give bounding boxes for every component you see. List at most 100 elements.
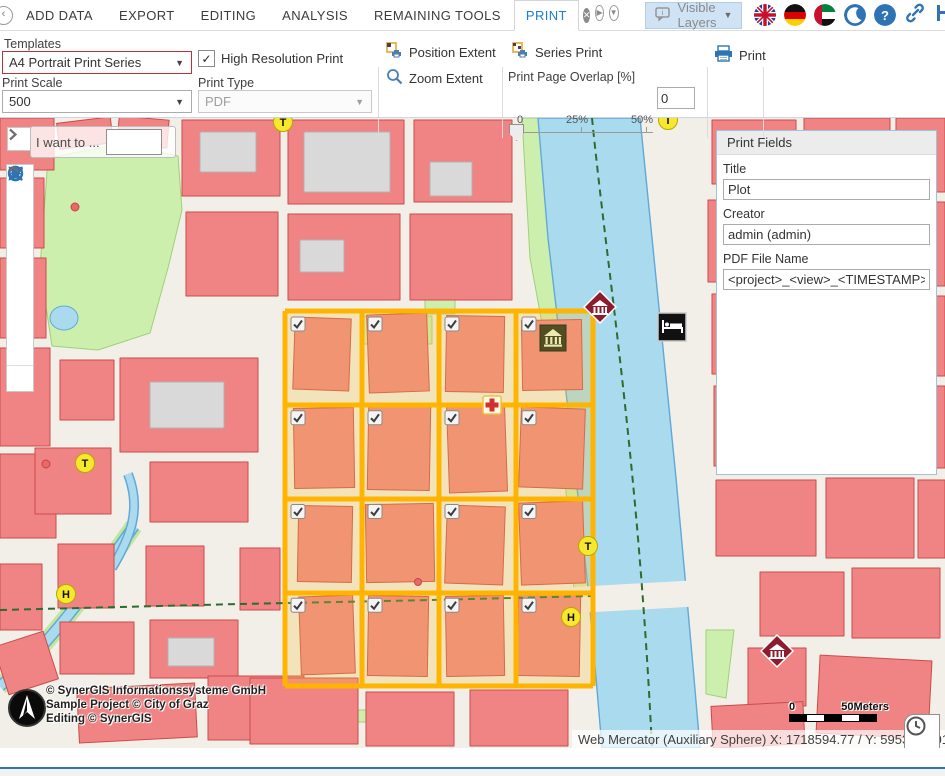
series-print-icon	[512, 42, 529, 62]
page-background	[0, 769, 945, 776]
chevron-down-icon: ▼	[724, 10, 733, 20]
center-map-icon[interactable]	[7, 315, 33, 340]
tab-remaining-tools[interactable]: REMAINING TOOLS	[361, 8, 514, 23]
slider-track[interactable]	[511, 132, 653, 133]
high-resolution-checkbox[interactable]: ✓ High Resolution Print	[198, 50, 343, 67]
templates-label: Templates	[4, 37, 61, 51]
series-grid-checkbox[interactable]	[522, 317, 536, 331]
overlap-label: Print Page Overlap [%]	[508, 70, 635, 84]
tab-editing[interactable]: EDITING	[188, 8, 270, 23]
svg-text:H: H	[62, 589, 70, 601]
zoom-extent-button[interactable]: Zoom Extent	[386, 68, 483, 88]
transit-stop-marker[interactable]: H	[562, 608, 581, 627]
position-extent-button[interactable]: Position Extent	[386, 42, 496, 62]
zoom-extent-icon	[386, 68, 403, 88]
tab-export[interactable]: EXPORT	[106, 8, 188, 23]
title-field-input[interactable]	[723, 179, 930, 200]
creator-field-label: Creator	[723, 207, 930, 221]
ribbon-tab-bar: ‹ ADD DATA EXPORT EDITING ANALYSIS REMAI…	[0, 0, 945, 31]
series-grid-checkbox[interactable]	[445, 505, 459, 519]
templates-select[interactable]: A4 Portrait Print Series▼	[2, 51, 192, 74]
share-link-icon[interactable]	[904, 2, 926, 29]
print-fields-panel: Print Fields Title Creator PDF File Name	[716, 130, 937, 475]
panel-title[interactable]: Print Fields	[717, 131, 936, 155]
series-grid-checkbox[interactable]	[522, 411, 536, 425]
series-grid-checkbox[interactable]	[368, 505, 382, 519]
series-grid-checkbox[interactable]	[445, 317, 459, 331]
pdf-filename-input[interactable]	[723, 269, 930, 290]
checkbox-check-icon: ✓	[198, 50, 215, 67]
series-print-button[interactable]: Series Print	[512, 42, 602, 62]
i-want-to-widget[interactable]: I want to ...	[30, 126, 176, 158]
tab-menu-dropdown-icon[interactable]: ▼	[609, 5, 619, 21]
zoom-in-icon[interactable]	[7, 215, 33, 240]
globe-icon[interactable]	[7, 190, 33, 215]
series-grid-checkbox[interactable]	[368, 317, 382, 331]
transit-stop-marker[interactable]: H	[57, 585, 76, 604]
i-want-to-input[interactable]	[106, 129, 162, 155]
series-print-grid[interactable]	[285, 311, 593, 686]
coordinate-status: Web Mercator (Auxiliary Sphere) X: 17185…	[572, 730, 945, 748]
series-grid-checkbox[interactable]	[445, 598, 459, 612]
collapse-toolbar-icon[interactable]	[7, 365, 33, 391]
tab-add-data[interactable]: ADD DATA	[13, 8, 106, 23]
series-grid-checkbox[interactable]	[291, 598, 305, 612]
series-grid-checkbox[interactable]	[291, 411, 305, 425]
svg-text:H: H	[567, 612, 575, 624]
i-want-to-label: I want to ...	[36, 135, 100, 150]
transit-stop-marker[interactable]: T	[76, 454, 95, 473]
tab-analysis[interactable]: ANALYSIS	[269, 8, 361, 23]
time-slider-button[interactable]	[904, 714, 940, 748]
slider-thumb[interactable]	[509, 124, 524, 141]
zoom-out-icon[interactable]	[7, 240, 33, 265]
scale-bar: 050Meters	[789, 701, 889, 722]
museum-olive-marker[interactable]	[540, 325, 566, 351]
series-grid-checkbox[interactable]	[368, 598, 382, 612]
print-scale-label: Print Scale	[2, 76, 62, 90]
north-arrow-icon	[9, 690, 45, 726]
series-grid-checkbox[interactable]	[291, 505, 305, 519]
svg-text:i: i	[661, 10, 663, 17]
svg-text:T: T	[280, 118, 287, 129]
tab-print[interactable]: PRINT	[514, 0, 579, 31]
language-arabic-icon[interactable]	[814, 4, 836, 26]
language-english-icon[interactable]	[754, 4, 776, 26]
print-icon	[714, 45, 733, 66]
svg-text:T: T	[665, 118, 672, 127]
slider-tick-25: 25%	[566, 114, 588, 126]
center-cross-marker	[483, 396, 501, 414]
creator-field-input[interactable]	[723, 224, 930, 245]
series-grid-checkbox[interactable]	[522, 505, 536, 519]
close-tab-icon[interactable]: ✕	[583, 8, 591, 23]
visible-layers-label: Visible Layers	[678, 0, 717, 30]
layer-info-icon: i	[655, 6, 671, 25]
series-grid-checkbox[interactable]	[291, 317, 305, 331]
svg-text:T: T	[585, 541, 592, 553]
tab-scroll-right-icon[interactable]: ▶	[595, 5, 603, 21]
full-extent-icon[interactable]	[7, 340, 33, 365]
svg-text:?: ?	[881, 8, 889, 23]
print-type-label: Print Type	[198, 76, 254, 90]
next-extent-icon[interactable]	[7, 290, 33, 315]
transit-stop-marker[interactable]: T	[579, 537, 598, 556]
overlap-slider[interactable]: 0 25% 50%	[509, 114, 655, 142]
print-type-select: PDF▼	[198, 90, 372, 113]
expand-panel-button[interactable]	[7, 127, 31, 151]
help-icon[interactable]: ?	[874, 4, 896, 26]
previous-extent-icon[interactable]	[7, 265, 33, 290]
print-ribbon: Templates A4 Portrait Print Series▼ Prin…	[0, 30, 945, 118]
map-copyright: © SynerGIS Informationssysteme GmbH Samp…	[46, 684, 266, 726]
language-german-icon[interactable]	[784, 4, 806, 26]
tab-scroll-left-icon[interactable]: ‹	[0, 6, 13, 25]
print-scale-select[interactable]: 500▼	[2, 90, 192, 113]
save-icon[interactable]	[934, 2, 945, 29]
series-grid-checkbox[interactable]	[368, 411, 382, 425]
map-viewport[interactable]: TTHTHT I want to ... Print Fields Titl	[0, 118, 945, 748]
series-grid-checkbox[interactable]	[522, 598, 536, 612]
night-mode-icon[interactable]	[844, 4, 866, 26]
overlap-input[interactable]	[657, 87, 695, 109]
visible-layers-dropdown[interactable]: i Visible Layers ▼	[645, 2, 743, 29]
series-grid-checkbox[interactable]	[445, 411, 459, 425]
hotel-marker[interactable]	[658, 313, 686, 341]
print-button[interactable]: Print	[714, 45, 766, 66]
